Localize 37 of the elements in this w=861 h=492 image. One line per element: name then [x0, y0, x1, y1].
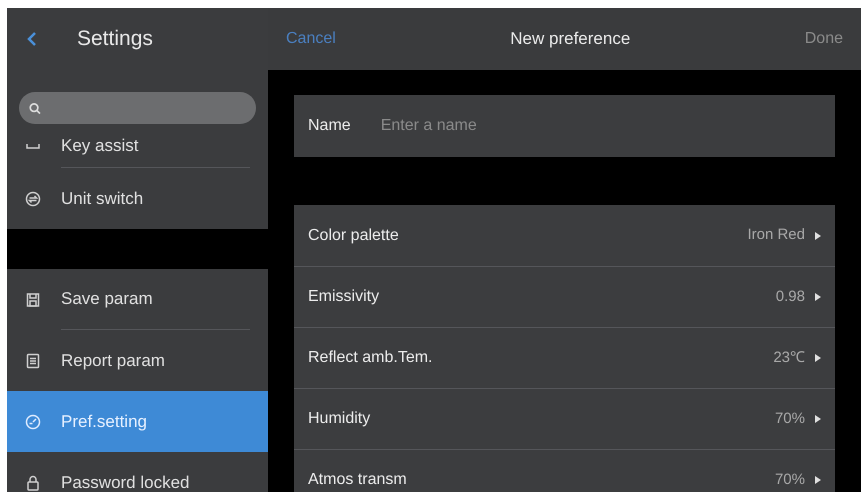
sidebar-item[interactable]: Password locked [7, 452, 268, 492]
caret-icon [815, 354, 821, 362]
sidebar-item[interactable]: Unit switch [7, 168, 268, 229]
setting-label: Atmos transm [308, 470, 407, 490]
setting-value: 70% [774, 408, 805, 429]
save-icon [25, 292, 41, 308]
setting-row[interactable]: Atmos transm 70% [294, 449, 835, 492]
document-icon [25, 352, 41, 368]
setting-value: 70% [774, 470, 805, 490]
name-input[interactable]: Enter a name [380, 114, 821, 138]
caret-icon [815, 415, 821, 423]
search-icon [29, 102, 41, 114]
back-icon[interactable] [27, 31, 37, 47]
setting-value: Iron Red [747, 225, 805, 246]
setting-row[interactable]: Humidity 70% [294, 388, 835, 449]
dialog-title: New preference [510, 28, 630, 50]
caret-icon [815, 232, 821, 240]
setting-label: Humidity [308, 409, 370, 429]
sidebar-title: Settings [77, 26, 153, 52]
sidebar-item[interactable]: Report param [7, 330, 268, 391]
gauge-icon [25, 414, 41, 430]
setting-row[interactable]: Reflect amb.Tem. 23℃ [294, 327, 835, 388]
setting-label: Emissivity [308, 287, 380, 307]
sidebar-item[interactable]: Save param [7, 269, 268, 330]
caret-icon [815, 476, 821, 484]
caret-icon [815, 293, 821, 301]
lock-icon [25, 474, 41, 490]
setting-value: 0.98 [776, 286, 805, 307]
field-label: Name [308, 116, 351, 136]
setting-label: Reflect amb.Tem. [308, 348, 432, 368]
setting-row[interactable]: Color palette Iron Red [294, 205, 835, 266]
setting-value: 23℃ [773, 348, 805, 368]
sidebar-item[interactable]: Key assist [7, 124, 268, 168]
switch-icon [25, 190, 41, 206]
setting-label: Color palette [308, 226, 399, 246]
setting-row[interactable]: Emissivity 0.98 [294, 266, 835, 327]
search-field[interactable] [19, 92, 256, 124]
